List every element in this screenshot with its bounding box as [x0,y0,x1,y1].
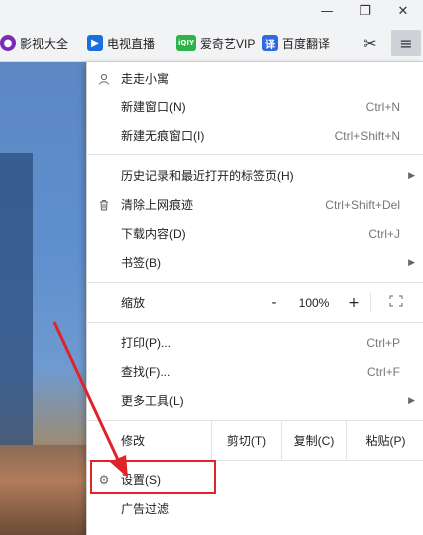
bookmark-label: 爱奇艺VIP [200,36,256,51]
chevron-right-icon: ▶ [408,395,415,406]
menu-item-new-incognito[interactable]: 新建无痕窗口(I) Ctrl+Shift+N [87,121,423,150]
maximize-button[interactable]: ❐ [346,0,384,22]
tv-play-icon: ▶ [87,35,103,51]
zoom-in-button[interactable]: + [337,283,371,322]
menu-item-shortcut: Ctrl+Shift+N [334,128,400,143]
menu-item-label: 下载内容(D) [121,227,186,241]
zoom-controls: - 100% + [257,283,371,322]
menu-item-label: 新建无痕窗口(I) [121,129,205,143]
menu-item-find[interactable]: 查找(F)... Ctrl+F [87,357,423,386]
menu-item-shortcut: Ctrl+Shift+Del [325,197,400,212]
chevron-right-icon: ▶ [408,170,415,181]
bookmark-item-tv-live[interactable]: ▶ 电视直播 [87,32,155,54]
menu-item-downloads[interactable]: 下载内容(D) Ctrl+J [87,219,423,248]
translate-icon: 译 [262,35,278,51]
menu-item-print[interactable]: 打印(P)... Ctrl+P [87,328,423,357]
main-menu-button[interactable]: ≡ [391,30,421,56]
bookmark-label: 影视大全 [20,36,69,51]
maximize-icon: ❐ [359,3,371,19]
bookmark-item-iqiyi[interactable]: iQIY 爱奇艺VIP [176,32,255,54]
trash-icon [96,197,112,213]
fullscreen-icon [389,295,403,311]
menu-item-clear-traces[interactable]: 清除上网痕迹 Ctrl+Shift+Del [87,190,423,219]
user-icon [96,71,112,87]
iqiyi-icon: iQIY [176,35,196,51]
minimize-button[interactable]: — [308,0,346,22]
menu-item-shortcut: Ctrl+N [365,99,400,114]
bookmark-item-yingshi[interactable]: ● 影视大全 [0,32,68,54]
chevron-right-icon: ▶ [408,257,415,268]
hamburger-menu-icon: ≡ [399,33,413,53]
menu-item-label: 打印(P)... [121,336,171,350]
scissors-icon: ✂ [363,33,377,53]
menu-item-new-window[interactable]: 新建窗口(N) Ctrl+N [87,92,423,121]
menu-item-label: 修改 [121,434,146,448]
close-button[interactable]: ✕ [384,0,422,22]
cut-button[interactable]: ✂ [355,30,385,56]
zoom-level: 100% [298,295,330,310]
menu-item-shortcut: Ctrl+P [366,335,400,350]
bookmark-label: 电视直播 [107,36,156,51]
page-photo-town [0,445,90,535]
menu-item-label: 走走小寓 [121,72,170,86]
paste-menu-button[interactable]: 粘贴(P) [346,421,423,460]
cut-menu-button[interactable]: 剪切(T) [211,421,281,460]
menu-item-bookmarks[interactable]: 书签(B) ▶ [87,248,423,277]
minimize-icon: — [320,3,334,19]
menu-item-edit: 修改 剪切(T) 复制(C) 粘贴(P) [87,421,423,460]
menu-item-label: 查找(F)... [121,365,171,379]
menu-separator [87,154,423,155]
menu-item-label: 新建窗口(N) [121,100,186,114]
menu-item-label: 书签(B) [121,256,161,270]
menu-separator [87,322,423,323]
browser-top-bar: — ❐ ✕ ● 影视大全 ▶ 电视直播 iQIY 爱奇艺VIP 译 百度翻译 ✂… [0,0,423,62]
menu-item-label: 更多工具(L) [121,394,184,408]
copy-menu-button[interactable]: 复制(C) [281,421,346,460]
menu-item-zoom: 缩放 - 100% + [87,283,423,322]
settings-highlight-box [90,460,216,494]
menu-item-label: 广告过滤 [121,502,170,516]
bookmark-item-baidu-translate[interactable]: 译 百度翻译 [262,32,330,54]
menu-item-label: 清除上网痕迹 [121,198,194,212]
menu-item-adblock[interactable]: 广告过滤 [87,494,423,523]
menu-separator [370,292,371,313]
menu-item-label: 历史记录和最近打开的标签页(H) [121,169,294,183]
close-icon: ✕ [397,3,409,19]
menu-item-user[interactable]: 走走小寓 [87,64,423,93]
zoom-out-button[interactable]: - [257,283,291,322]
page-dark-panel [0,153,33,483]
bookmark-label: 百度翻译 [282,36,331,51]
film-reel-icon: ● [0,35,16,51]
fullscreen-button[interactable] [379,289,413,316]
menu-item-label: 缩放 [121,296,146,310]
menu-item-shortcut: Ctrl+J [368,226,400,241]
menu-item-history[interactable]: 历史记录和最近打开的标签页(H) ▶ [87,161,423,190]
menu-item-shortcut: Ctrl+F [367,364,400,379]
menu-item-more-tools[interactable]: 更多工具(L) ▶ [87,386,423,415]
